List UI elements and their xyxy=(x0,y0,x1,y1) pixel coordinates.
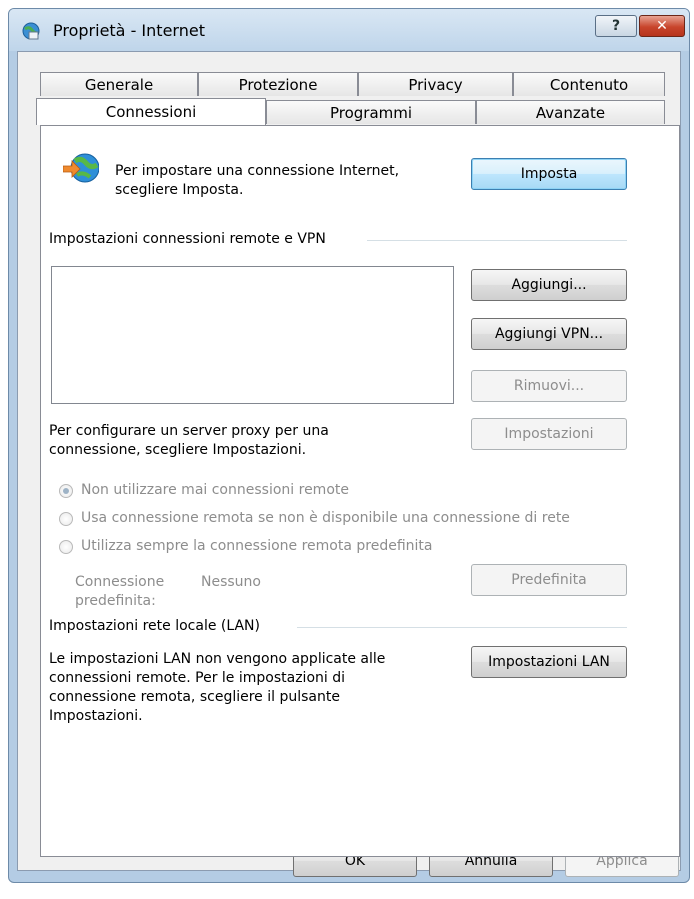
remote-settings-button[interactable]: Impostazioni xyxy=(471,418,627,450)
connections-tab-panel: Per impostare una connessione Internet, … xyxy=(40,125,680,857)
tab-connessioni[interactable]: Connessioni xyxy=(36,98,266,125)
setup-button[interactable]: Imposta xyxy=(471,158,627,190)
tab-label: Connessioni xyxy=(105,103,197,121)
radio-never-dial[interactable] xyxy=(59,484,73,498)
radio-never-dial-label: Non utilizzare mai connessioni remote xyxy=(81,482,349,498)
group-divider xyxy=(367,240,627,241)
radio-always-dial-default-label: Utilizza sempre la connessione remota pr… xyxy=(81,538,433,554)
radio-dial-when-no-network[interactable] xyxy=(59,512,73,526)
setup-description-line2: scegliere Imposta. xyxy=(115,182,244,198)
tab-avanzate[interactable]: Avanzate xyxy=(476,100,665,124)
lan-description-line3: connessione remota, scegliere il pulsant… xyxy=(49,689,340,705)
default-connection-label-line2: predefinita: xyxy=(75,593,156,609)
tab-label: Privacy xyxy=(408,75,463,94)
tab-privacy[interactable]: Privacy xyxy=(358,72,513,96)
tab-protezione[interactable]: Protezione xyxy=(198,72,358,96)
tab-contenuto[interactable]: Contenuto xyxy=(513,72,665,96)
internet-options-icon xyxy=(22,22,40,40)
add-connection-button[interactable]: Aggiungi... xyxy=(471,269,627,301)
tab-label: Generale xyxy=(84,75,154,94)
remote-vpn-group-label: Impostazioni connessioni remote e VPN xyxy=(49,231,326,247)
remote-connections-list[interactable] xyxy=(51,266,454,404)
tab-label: Contenuto xyxy=(549,75,629,94)
proxy-text-line2: connessione, scegliere Impostazioni. xyxy=(49,442,307,458)
proxy-text-line1: Per configurare un server proxy per una xyxy=(49,423,329,439)
lan-settings-button[interactable]: Impostazioni LAN xyxy=(471,646,627,678)
internet-properties-window: Proprietà - Internet ? ✕ Generale Protez… xyxy=(8,8,690,883)
lan-description-line4: Impostazioni. xyxy=(49,708,143,724)
window-title: Proprietà - Internet xyxy=(53,21,205,40)
default-connection-label-line1: Connessione xyxy=(75,574,165,590)
tab-label: Protezione xyxy=(238,75,318,94)
dialog-body: Generale Protezione Privacy Contenuto Co… xyxy=(17,51,681,871)
add-vpn-button[interactable]: Aggiungi VPN... xyxy=(471,318,627,350)
group-divider xyxy=(297,627,627,628)
internet-connection-icon xyxy=(63,153,99,183)
lan-description-line1: Le impostazioni LAN non vengono applicat… xyxy=(49,651,386,667)
tab-label: Programmi xyxy=(329,103,413,122)
setup-description-line1: Per impostare una connessione Internet, xyxy=(115,163,400,179)
radio-dial-when-no-network-label: Usa connessione remota se non è disponib… xyxy=(81,510,570,526)
default-connection-value: Nessuno xyxy=(201,574,261,590)
close-button[interactable]: ✕ xyxy=(639,15,685,37)
remove-button[interactable]: Rimuovi... xyxy=(471,370,627,402)
set-default-button[interactable]: Predefinita xyxy=(471,564,627,596)
help-icon: ? xyxy=(611,18,621,34)
radio-always-dial-default[interactable] xyxy=(59,540,73,554)
tab-generale[interactable]: Generale xyxy=(40,72,198,96)
tab-label: Avanzate xyxy=(535,103,606,122)
lan-group-label: Impostazioni rete locale (LAN) xyxy=(49,618,260,634)
tab-programmi[interactable]: Programmi xyxy=(266,100,476,124)
radio-selected-dot xyxy=(63,488,69,494)
help-button[interactable]: ? xyxy=(595,15,637,37)
close-icon: ✕ xyxy=(656,18,668,34)
lan-description-line2: connessioni remote. Per le impostazioni … xyxy=(49,670,345,686)
title-bar[interactable]: Proprietà - Internet ? ✕ xyxy=(9,9,689,51)
